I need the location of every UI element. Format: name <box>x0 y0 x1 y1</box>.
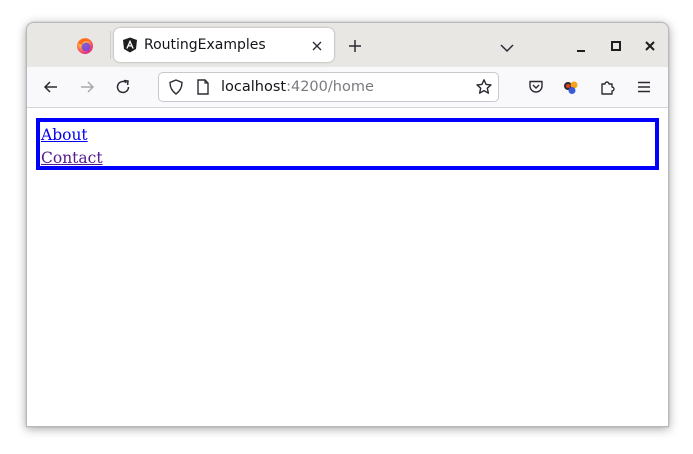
tab-separator <box>110 31 111 59</box>
browser-window: RoutingExamples localhost:4200/home Abou… <box>26 22 669 427</box>
shield-icon[interactable] <box>167 78 185 96</box>
page-content: About Contact <box>27 108 668 426</box>
angular-icon <box>122 37 138 53</box>
close-icon[interactable] <box>643 38 657 52</box>
url-path: :4200/home <box>286 79 374 95</box>
arrow-right-icon[interactable] <box>78 78 96 96</box>
url-bar[interactable]: localhost:4200/home <box>158 72 499 102</box>
about-link[interactable]: About <box>41 125 88 145</box>
contact-link[interactable]: Contact <box>41 148 103 168</box>
arrow-left-icon[interactable] <box>42 78 60 96</box>
close-icon[interactable] <box>310 38 324 52</box>
hamburger-icon[interactable] <box>635 78 653 96</box>
reload-icon[interactable] <box>114 78 132 96</box>
maximize-icon[interactable] <box>609 38 623 52</box>
puzzle-icon[interactable] <box>599 78 617 96</box>
nav-links-box: About Contact <box>36 118 659 170</box>
tab-title: RoutingExamples <box>144 37 266 53</box>
plus-icon[interactable] <box>347 38 363 54</box>
star-icon[interactable] <box>475 78 493 96</box>
chevron-down-icon[interactable] <box>499 39 515 53</box>
url-text[interactable]: localhost:4200/home <box>221 79 374 96</box>
tab-bar: RoutingExamples <box>27 23 668 67</box>
firefox-icon[interactable] <box>74 35 96 57</box>
url-host: localhost <box>221 79 287 95</box>
extension-icon[interactable] <box>562 78 580 96</box>
navigation-toolbar: localhost:4200/home <box>27 67 668 108</box>
minimize-icon[interactable] <box>574 39 588 53</box>
pocket-icon[interactable] <box>527 78 545 96</box>
page-icon[interactable] <box>194 78 212 96</box>
tab-routing-examples[interactable]: RoutingExamples <box>114 28 334 62</box>
screen: RoutingExamples localhost:4200/home Abou… <box>0 0 693 454</box>
